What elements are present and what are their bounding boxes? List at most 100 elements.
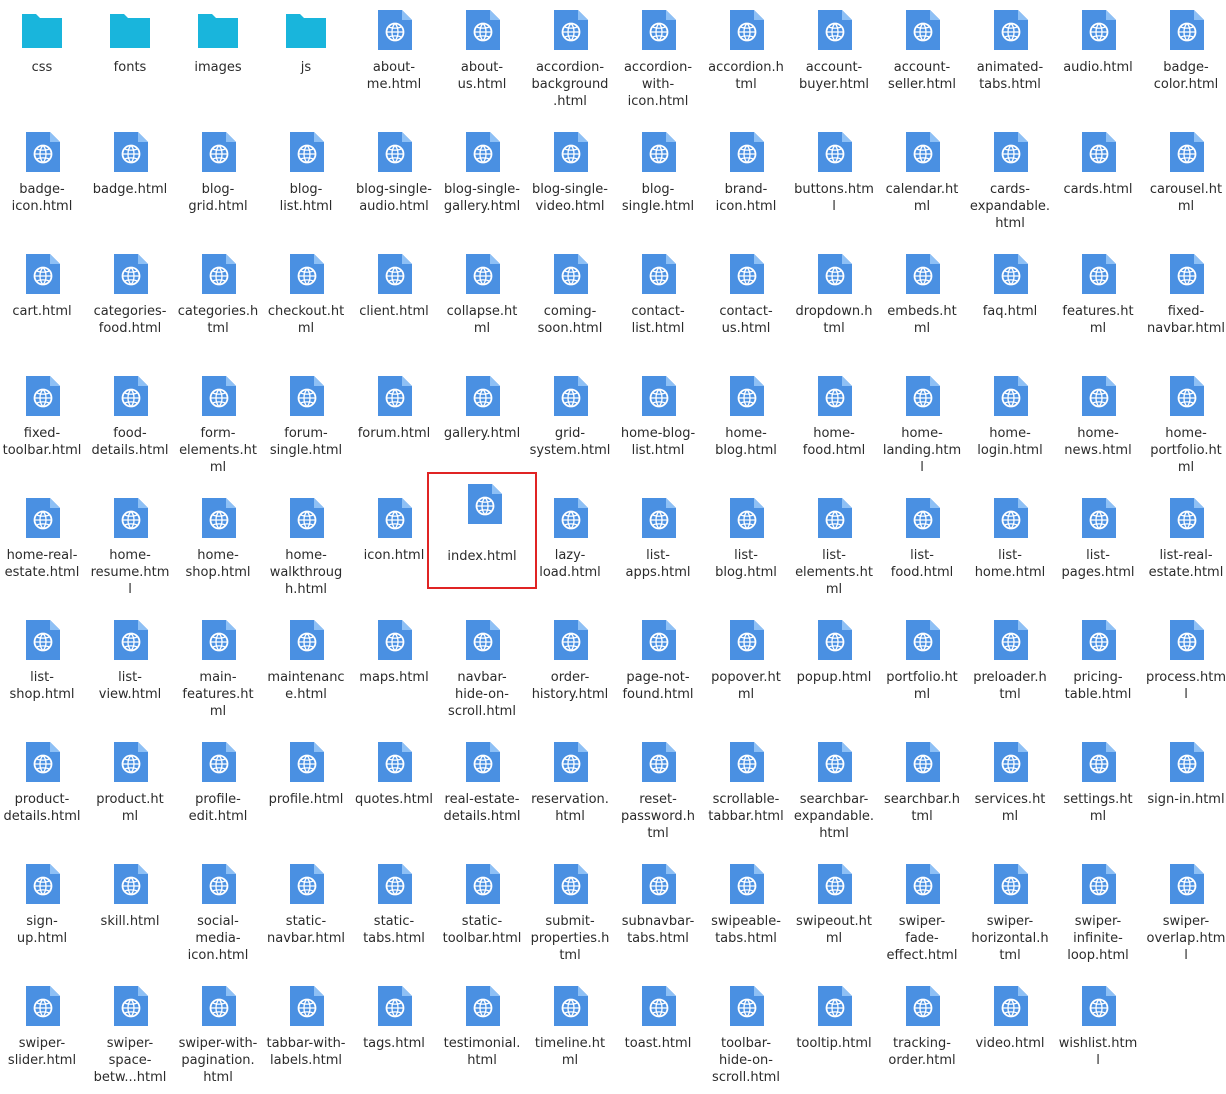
file-item[interactable]: blog-single- video.html — [526, 122, 614, 240]
file-item[interactable]: video.html — [966, 976, 1054, 1094]
file-item[interactable]: swiper-with- pagination. html — [174, 976, 262, 1094]
file-item[interactable]: blog- grid.html — [174, 122, 262, 240]
file-item[interactable]: accordion- background .html — [526, 0, 614, 118]
file-item[interactable]: cart.html — [0, 244, 86, 362]
file-item[interactable]: services.ht ml — [966, 732, 1054, 850]
file-item[interactable]: swiper- fade- effect.html — [878, 854, 966, 972]
file-item[interactable]: about- us.html — [438, 0, 526, 118]
file-item[interactable]: quotes.html — [350, 732, 438, 850]
file-item[interactable]: list- home.html — [966, 488, 1054, 606]
file-item[interactable]: blog-single- audio.html — [350, 122, 438, 240]
file-item[interactable]: list- blog.html — [702, 488, 790, 606]
file-item[interactable]: cards- expandable. html — [966, 122, 1054, 240]
file-item[interactable]: client.html — [350, 244, 438, 362]
file-item[interactable]: form- elements.ht ml — [174, 366, 262, 484]
file-item[interactable]: tooltip.html — [790, 976, 878, 1094]
file-item[interactable]: swiper- space- betw...html — [86, 976, 174, 1094]
file-item[interactable]: carousel.ht ml — [1142, 122, 1226, 240]
file-item[interactable]: social- media- icon.html — [174, 854, 262, 972]
file-item[interactable]: account- buyer.html — [790, 0, 878, 118]
file-item[interactable]: list- apps.html — [614, 488, 702, 606]
file-item[interactable]: submit- properties.h tml — [526, 854, 614, 972]
file-item[interactable]: calendar.ht ml — [878, 122, 966, 240]
file-item[interactable]: searchbar- expandable. html — [790, 732, 878, 850]
file-item[interactable]: animated- tabs.html — [966, 0, 1054, 118]
file-item[interactable]: static- navbar.html — [262, 854, 350, 972]
file-item[interactable]: forum- single.html — [262, 366, 350, 484]
file-item[interactable]: swiper- infinite- loop.html — [1054, 854, 1142, 972]
file-item[interactable]: list- shop.html — [0, 610, 86, 728]
file-item[interactable]: collapse.ht ml — [438, 244, 526, 362]
file-item[interactable]: list-real- estate.html — [1142, 488, 1226, 606]
folder-item[interactable]: images — [174, 0, 262, 118]
file-item[interactable]: reset- password.h tml — [614, 732, 702, 850]
file-item[interactable]: swiper- overlap.htm l — [1142, 854, 1226, 972]
file-item[interactable]: subnavbar- tabs.html — [614, 854, 702, 972]
file-item[interactable]: badge- icon.html — [0, 122, 86, 240]
file-item[interactable]: lazy- load.html — [526, 488, 614, 606]
file-item[interactable]: home- landing.htm l — [878, 366, 966, 484]
file-item[interactable]: home- walkthroug h.html — [262, 488, 350, 606]
file-item[interactable]: forum.html — [350, 366, 438, 484]
file-item[interactable]: home-blog- list.html — [614, 366, 702, 484]
file-item[interactable]: audio.html — [1054, 0, 1142, 118]
file-item[interactable]: badge- color.html — [1142, 0, 1226, 118]
file-item[interactable]: grid- system.html — [526, 366, 614, 484]
file-item[interactable]: profile- edit.html — [174, 732, 262, 850]
file-item[interactable]: categories.h tml — [174, 244, 262, 362]
file-item[interactable]: testimonial. html — [438, 976, 526, 1094]
file-item[interactable]: accordion- with- icon.html — [614, 0, 702, 118]
file-item[interactable]: home- food.html — [790, 366, 878, 484]
file-item[interactable]: list- food.html — [878, 488, 966, 606]
file-item[interactable]: skill.html — [86, 854, 174, 972]
file-item[interactable]: home- portfolio.ht ml — [1142, 366, 1226, 484]
file-item[interactable]: fixed- navbar.html — [1142, 244, 1226, 362]
file-item[interactable]: swipeout.ht ml — [790, 854, 878, 972]
file-item[interactable]: maintenanc e.html — [262, 610, 350, 728]
file-item[interactable]: contact- us.html — [702, 244, 790, 362]
file-item[interactable]: buttons.htm l — [790, 122, 878, 240]
file-item[interactable]: contact- list.html — [614, 244, 702, 362]
file-item[interactable]: main- features.ht ml — [174, 610, 262, 728]
file-item[interactable]: embeds.ht ml — [878, 244, 966, 362]
file-item[interactable]: blog- list.html — [262, 122, 350, 240]
file-item[interactable]: cards.html — [1054, 122, 1142, 240]
file-item[interactable]: static- toolbar.html — [438, 854, 526, 972]
file-item[interactable]: process.htm l — [1142, 610, 1226, 728]
file-item[interactable]: about- me.html — [350, 0, 438, 118]
file-item[interactable]: toolbar- hide-on- scroll.html — [702, 976, 790, 1094]
file-item[interactable]: brand- icon.html — [702, 122, 790, 240]
file-item[interactable]: portfolio.ht ml — [878, 610, 966, 728]
file-item[interactable]: product.ht ml — [86, 732, 174, 850]
file-item[interactable]: home- news.html — [1054, 366, 1142, 484]
file-item[interactable]: pricing- table.html — [1054, 610, 1142, 728]
file-item[interactable]: list- view.html — [86, 610, 174, 728]
file-item[interactable]: real-estate- details.html — [438, 732, 526, 850]
file-item[interactable]: icon.html — [350, 488, 438, 606]
file-item[interactable]: home- login.html — [966, 366, 1054, 484]
file-item[interactable]: maps.html — [350, 610, 438, 728]
file-item[interactable]: static- tabs.html — [350, 854, 438, 972]
file-item[interactable]: settings.ht ml — [1054, 732, 1142, 850]
file-item[interactable]: checkout.ht ml — [262, 244, 350, 362]
folder-item[interactable]: js — [262, 0, 350, 118]
file-item[interactable]: searchbar.h tml — [878, 732, 966, 850]
folder-item[interactable]: css — [0, 0, 86, 118]
file-item[interactable]: swipeable- tabs.html — [702, 854, 790, 972]
file-item[interactable]: list- pages.html — [1054, 488, 1142, 606]
file-item[interactable]: wishlist.htm l — [1054, 976, 1142, 1094]
file-item[interactable]: timeline.ht ml — [526, 976, 614, 1094]
file-item[interactable]: product- details.html — [0, 732, 86, 850]
file-item[interactable]: sign-in.html — [1142, 732, 1226, 850]
file-item[interactable]: popup.html — [790, 610, 878, 728]
file-item[interactable]: blog-single- gallery.html — [438, 122, 526, 240]
file-item[interactable]: preloader.h tml — [966, 610, 1054, 728]
file-item[interactable]: index.html — [427, 472, 537, 589]
folder-item[interactable]: fonts — [86, 0, 174, 118]
file-item[interactable]: features.ht ml — [1054, 244, 1142, 362]
file-item[interactable]: faq.html — [966, 244, 1054, 362]
file-item[interactable]: home- blog.html — [702, 366, 790, 484]
file-item[interactable]: scrollable- tabbar.html — [702, 732, 790, 850]
file-item[interactable]: profile.html — [262, 732, 350, 850]
file-item[interactable]: categories- food.html — [86, 244, 174, 362]
